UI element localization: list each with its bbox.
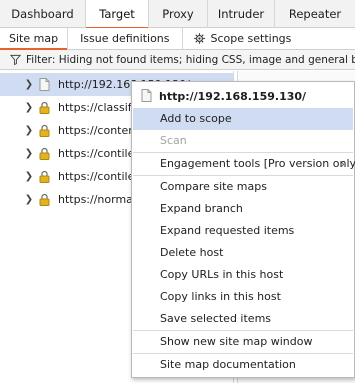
tab-site-map[interactable]: Site map <box>0 28 69 50</box>
menu-item-show-new-site-map-window[interactable]: Show new site map window <box>133 331 353 353</box>
tab-dashboard[interactable]: Dashboard <box>0 0 86 28</box>
tab-proxy[interactable]: Proxy <box>149 0 208 28</box>
lock-icon <box>39 193 50 206</box>
chevron-right-icon[interactable]: ❯ <box>24 194 34 205</box>
chevron-right-icon[interactable]: ❯ <box>24 171 34 182</box>
tab-site-map-label: Site map <box>9 32 59 45</box>
context-menu-header-label: http://192.168.159.130/ <box>159 89 307 103</box>
menu-item-scan: Scan <box>160 134 187 147</box>
chevron-right-icon: › <box>340 157 345 171</box>
menu-item-copy-urls[interactable]: Copy URLs in this host <box>133 264 353 286</box>
menu-item-compare-site-maps[interactable]: Compare site maps <box>133 176 353 198</box>
chevron-right-icon[interactable]: ❯ <box>24 125 34 136</box>
tab-issue-definitions[interactable]: Issue definitions <box>68 28 183 49</box>
chevron-right-icon[interactable]: ❯ <box>24 148 34 159</box>
menu-item-engagement-tools[interactable]: Engagement tools [Pro version only] › <box>133 153 355 175</box>
menu-item-expand-branch[interactable]: Expand branch <box>133 198 353 220</box>
tab-target[interactable]: Target <box>86 0 149 29</box>
menu-item-add-to-scope[interactable]: Add to scope <box>133 108 353 130</box>
document-icon <box>39 78 50 91</box>
menu-item-engagement-tools-label: Engagement tools [Pro version only] <box>160 157 355 170</box>
filter-text: Filter: Hiding not found items; hiding C… <box>26 53 355 66</box>
chevron-right-icon[interactable]: ❯ <box>24 79 34 90</box>
menu-item-copy-links[interactable]: Copy links in this host <box>133 286 353 308</box>
chevron-right-icon[interactable]: ❯ <box>24 102 34 113</box>
tab-issue-definitions-label: Issue definitions <box>80 32 170 45</box>
scope-settings-button[interactable]: Scope settings <box>183 28 302 49</box>
gear-icon <box>193 32 206 45</box>
menu-item-delete-host[interactable]: Delete host <box>133 242 353 264</box>
document-icon <box>141 89 152 105</box>
menu-item-save-selected-items[interactable]: Save selected items <box>133 308 353 330</box>
filter-icon <box>10 54 21 65</box>
menu-item-site-map-documentation[interactable]: Site map documentation <box>133 354 353 376</box>
burp-target-window: Dashboard Target Proxy Intruder Repeater… <box>0 0 355 383</box>
menu-item-expand-requested-items[interactable]: Expand requested items <box>133 220 353 242</box>
context-menu-header: http://192.168.159.130/ <box>132 85 354 107</box>
lock-icon <box>39 170 50 183</box>
lock-icon <box>39 124 50 137</box>
main-tab-bar: Dashboard Target Proxy Intruder Repeater <box>0 0 355 29</box>
filter-bar[interactable]: Filter: Hiding not found items; hiding C… <box>0 50 355 70</box>
tab-repeater[interactable]: Repeater <box>275 0 355 28</box>
lock-icon <box>39 101 50 114</box>
context-menu: http://192.168.159.130/ Add to scope Sca… <box>131 81 355 378</box>
target-subtab-bar: Site map Issue definitions Scope setting… <box>0 28 355 50</box>
lock-icon <box>39 147 50 160</box>
tab-intruder[interactable]: Intruder <box>208 0 275 28</box>
scope-settings-label: Scope settings <box>210 32 292 45</box>
